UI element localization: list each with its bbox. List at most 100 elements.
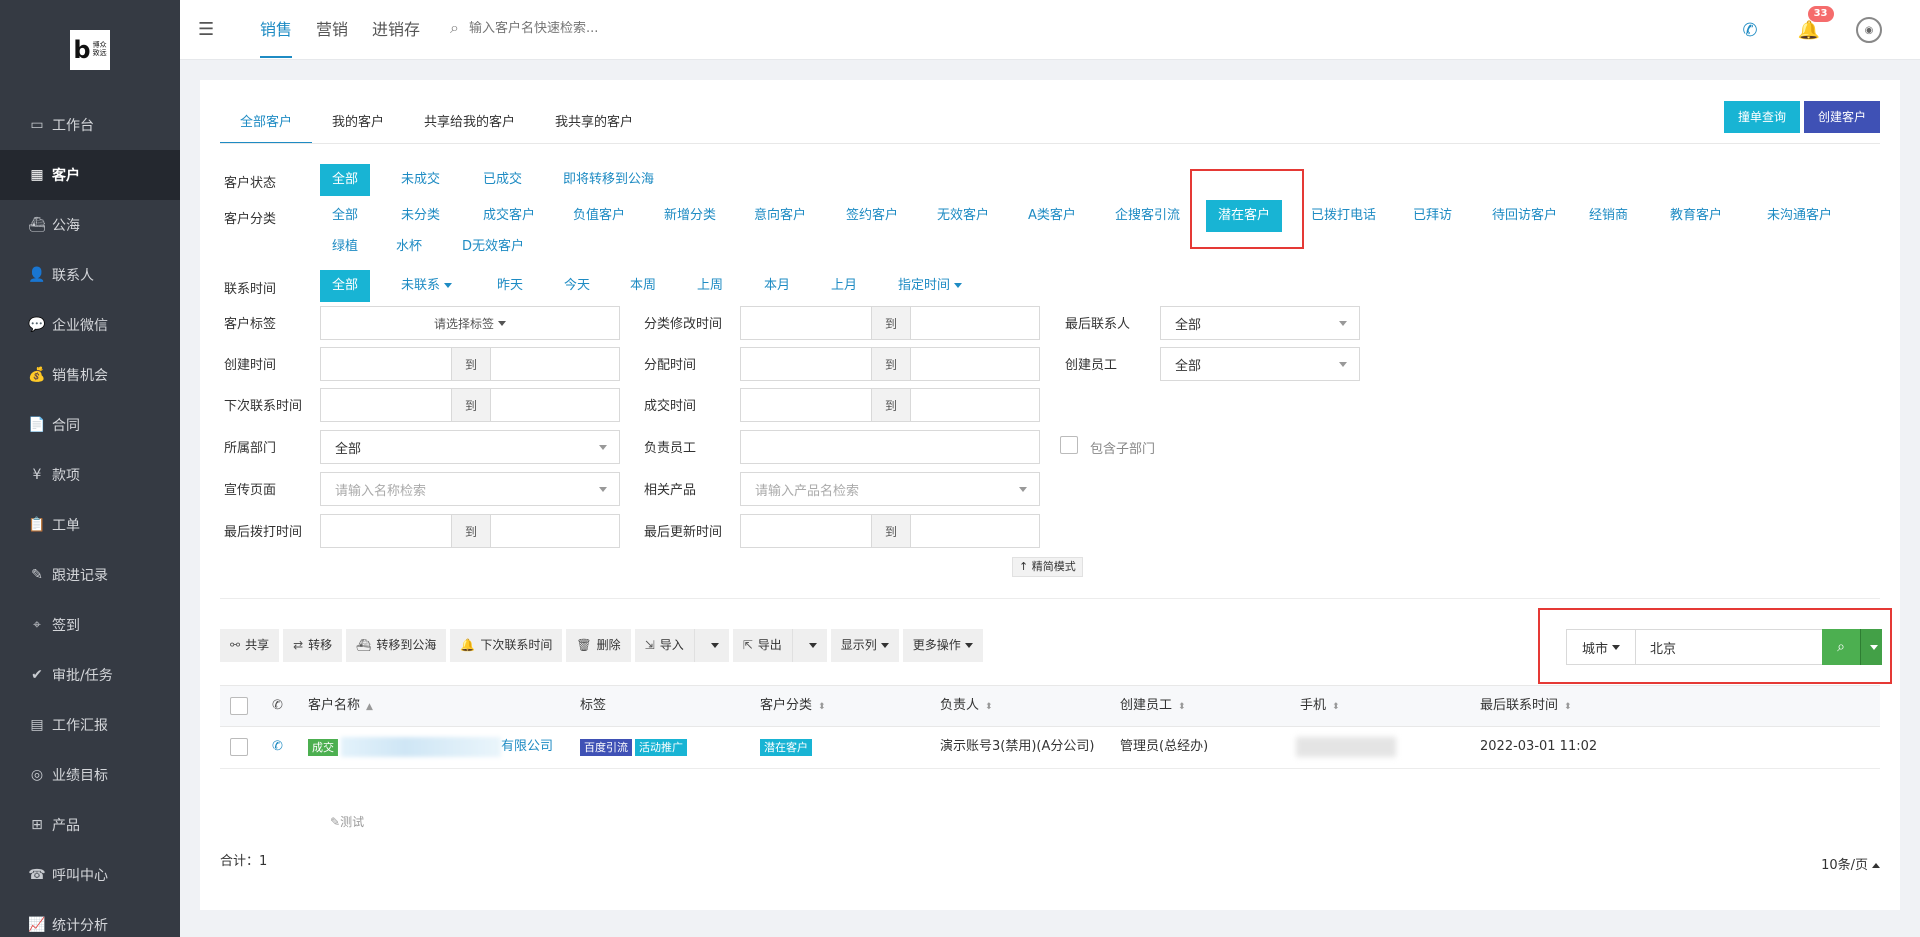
- category-option-6[interactable]: 签约客户: [834, 200, 910, 232]
- category-option-row2-1[interactable]: 水杯: [384, 231, 434, 263]
- category-option-1[interactable]: 未分类: [389, 200, 452, 232]
- category-option-7[interactable]: 无效客户: [925, 200, 1001, 232]
- sidebar-item-3[interactable]: 👤 联系人: [0, 250, 180, 300]
- sidebar-item-16[interactable]: 📈 统计分析: [0, 900, 180, 937]
- search-button[interactable]: ⌕: [1822, 629, 1860, 665]
- range-start-input[interactable]: [740, 514, 872, 548]
- category-option-row2-2[interactable]: D无效客户: [450, 231, 536, 263]
- row-note[interactable]: ✎测试: [330, 813, 364, 830]
- category-option-9[interactable]: 企搜客引流: [1103, 200, 1192, 232]
- quick-search-input[interactable]: [468, 20, 729, 36]
- toolbar-button-7[interactable]: 显示列: [830, 629, 899, 662]
- sidebar-item-11[interactable]: ✔ 审批/任务: [0, 650, 180, 700]
- sidebar-item-13[interactable]: ◎ 业绩目标: [0, 750, 180, 800]
- toolbar-button-6[interactable]: ⇱ 导出: [732, 629, 827, 662]
- range-end-input[interactable]: [910, 306, 1040, 340]
- range-start-input[interactable]: [740, 306, 872, 340]
- duplicate-check-button[interactable]: 撞单查询: [1723, 101, 1800, 133]
- split-dropdown[interactable]: [693, 629, 719, 662]
- sidebar-item-6[interactable]: 📄 合同: [0, 400, 180, 450]
- header-mobile[interactable]: 手机 ⬍: [1300, 686, 1340, 727]
- category-option-14[interactable]: 经销商: [1577, 200, 1640, 232]
- page-size-select[interactable]: 10条/页: [1821, 854, 1880, 873]
- search-field-select[interactable]: 城市: [1566, 629, 1636, 665]
- range-end-input[interactable]: [490, 347, 620, 381]
- category-option-2[interactable]: 成交客户: [471, 200, 547, 232]
- sidebar-item-5[interactable]: 💰 销售机会: [0, 350, 180, 400]
- toolbar-button-4[interactable]: 🗑 删除: [566, 629, 631, 662]
- contact-option-4[interactable]: 本周: [618, 270, 668, 302]
- range-end-input[interactable]: [910, 514, 1040, 548]
- company-logo[interactable]: b 博众 致远: [70, 30, 110, 70]
- search-value-input[interactable]: 北京: [1636, 629, 1822, 665]
- category-option-3[interactable]: 负值客户: [561, 200, 637, 232]
- toolbar-button-8[interactable]: 更多操作: [902, 629, 983, 662]
- range-start-input[interactable]: [320, 388, 452, 422]
- owner-input[interactable]: [740, 430, 1040, 464]
- sidebar-item-4[interactable]: 💬 企业微信: [0, 300, 180, 350]
- simple-mode-toggle[interactable]: ↑ 精简模式: [1012, 557, 1083, 577]
- sidebar-item-9[interactable]: ✎ 跟进记录: [0, 550, 180, 600]
- sidebar-item-14[interactable]: ⊞ 产品: [0, 800, 180, 850]
- sidebar-item-12[interactable]: ▤ 工作汇报: [0, 700, 180, 750]
- tag-select[interactable]: 请选择标签: [320, 306, 620, 340]
- range-end-input[interactable]: [910, 388, 1040, 422]
- toolbar-button-2[interactable]: ⛴ 转移到公海: [346, 629, 447, 662]
- status-option-3[interactable]: 即将转移到公海: [551, 164, 666, 196]
- category-option-13[interactable]: 待回访客户: [1480, 200, 1569, 232]
- category-option-12[interactable]: 已拜访: [1401, 200, 1464, 232]
- contact-option-1[interactable]: 未联系: [389, 270, 464, 302]
- header-creator[interactable]: 创建员工 ⬍: [1120, 686, 1186, 727]
- sidebar-item-7[interactable]: ¥ 款项: [0, 450, 180, 500]
- phone-icon[interactable]: ✆: [1742, 20, 1757, 41]
- tab-my-customers[interactable]: 我的客户: [312, 102, 404, 144]
- last-contact-person-select[interactable]: 全部: [1160, 306, 1360, 340]
- contact-option-7[interactable]: 上月: [819, 270, 869, 302]
- tab-shared-to-me[interactable]: 共享给我的客户: [404, 102, 535, 144]
- sidebar-item-10[interactable]: ⌖ 签到: [0, 600, 180, 650]
- status-option-2[interactable]: 已成交: [471, 164, 534, 196]
- tab-all-customers[interactable]: 全部客户: [220, 102, 313, 144]
- row-checkbox[interactable]: [230, 738, 248, 756]
- contact-option-8[interactable]: 指定时间: [886, 270, 974, 302]
- toolbar-button-1[interactable]: ⇄ 转移: [283, 629, 343, 662]
- menu-toggle-icon[interactable]: ☰: [198, 20, 218, 40]
- customer-name-cell[interactable]: 成交 有限公司: [308, 727, 553, 767]
- call-phone-icon[interactable]: ✆: [272, 727, 283, 767]
- range-start-input[interactable]: [740, 347, 872, 381]
- category-option-5[interactable]: 意向客户: [742, 200, 818, 232]
- top-tab-sales[interactable]: 销售: [250, 0, 302, 60]
- category-option-15[interactable]: 教育客户: [1658, 200, 1734, 232]
- notification-bell-icon[interactable]: 🔔 33: [1798, 5, 1834, 41]
- category-option-4[interactable]: 新增分类: [652, 200, 728, 232]
- category-option-8[interactable]: A类客户: [1016, 200, 1088, 232]
- category-option-row2-0[interactable]: 绿植: [320, 231, 370, 263]
- header-owner[interactable]: 负责人 ⬍: [940, 686, 993, 727]
- contact-option-3[interactable]: 今天: [552, 270, 602, 302]
- contact-option-6[interactable]: 本月: [752, 270, 802, 302]
- range-start-input[interactable]: [320, 347, 452, 381]
- header-category[interactable]: 客户分类 ⬍: [760, 686, 826, 727]
- header-last-contact[interactable]: 最后联系时间 ⬍: [1480, 686, 1572, 727]
- split-dropdown[interactable]: [791, 629, 817, 662]
- top-tab-marketing[interactable]: 营销: [306, 0, 358, 60]
- category-option-16[interactable]: 未沟通客户: [1755, 200, 1844, 232]
- range-start-input[interactable]: [320, 514, 452, 548]
- range-end-input[interactable]: [490, 514, 620, 548]
- range-end-input[interactable]: [490, 388, 620, 422]
- sidebar-item-2[interactable]: ⛴ 公海: [0, 200, 180, 250]
- select-all-checkbox[interactable]: [230, 697, 248, 715]
- user-avatar[interactable]: ◉: [1856, 17, 1882, 43]
- include-sub-checkbox[interactable]: [1060, 436, 1078, 454]
- contact-option-0[interactable]: 全部: [320, 270, 371, 302]
- product-select[interactable]: 请输入产品名检索: [740, 472, 1040, 506]
- search-options-dropdown[interactable]: [1860, 629, 1882, 665]
- category-option-11[interactable]: 已拨打电话: [1299, 200, 1388, 232]
- creator-select[interactable]: 全部: [1160, 347, 1360, 381]
- top-tab-inventory[interactable]: 进销存: [362, 0, 430, 60]
- tab-shared-by-me[interactable]: 我共享的客户: [535, 102, 653, 144]
- sidebar-item-0[interactable]: ▭ 工作台: [0, 100, 180, 150]
- sidebar-item-1[interactable]: ▦ 客户: [0, 150, 180, 200]
- sidebar-item-15[interactable]: ☎ 呼叫中心: [0, 850, 180, 900]
- range-end-input[interactable]: [910, 347, 1040, 381]
